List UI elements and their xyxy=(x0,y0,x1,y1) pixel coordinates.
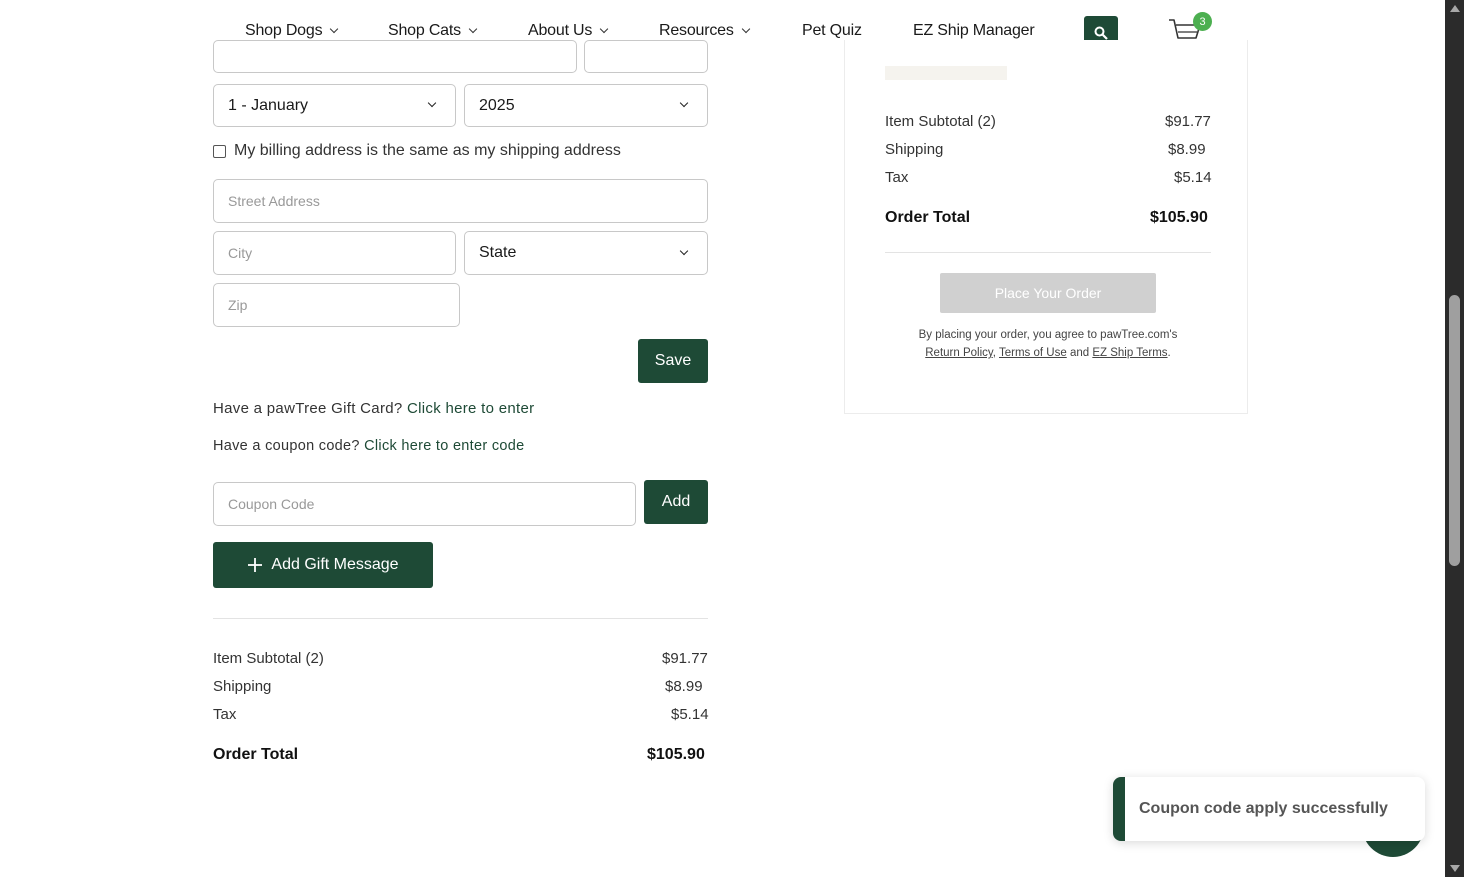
legal-comma: , xyxy=(992,347,996,359)
nav-about-us[interactable]: About Us xyxy=(528,22,609,40)
product-image-placeholder xyxy=(885,66,1007,80)
state-value: State xyxy=(479,244,517,261)
coupon-line: Have a coupon code? Click here to enter … xyxy=(213,438,524,454)
cvv-field[interactable] xyxy=(584,40,708,73)
return-policy-link[interactable]: Return Policy xyxy=(925,347,993,359)
panel-tax-value: $5.14 xyxy=(1174,169,1212,186)
exp-month-value: 1 - January xyxy=(228,96,309,114)
card-number-field[interactable] xyxy=(213,40,577,73)
coupon-link[interactable]: Click here to enter code xyxy=(364,438,524,454)
gift-card-link[interactable]: Click here to enter xyxy=(407,400,534,417)
search-icon xyxy=(1094,26,1108,40)
terms-of-use-link[interactable]: Terms of Use xyxy=(999,347,1067,359)
chevron-down-icon xyxy=(427,98,437,108)
billing-same-checkbox[interactable] xyxy=(213,144,226,158)
nav-shop-cats[interactable]: Shop Cats xyxy=(388,22,478,40)
chevron-down-icon xyxy=(468,24,478,34)
tax-value: $5.14 xyxy=(671,706,709,723)
scroll-up-arrow-icon[interactable] xyxy=(1450,5,1460,12)
panel-shipping-value: $8.99 xyxy=(1168,141,1206,158)
panel-tax-label: Tax xyxy=(885,169,909,186)
nav-ez-ship-manager-label: EZ Ship Manager xyxy=(913,22,1035,39)
city-placeholder: City xyxy=(228,245,253,261)
legal-period: . xyxy=(1167,347,1171,359)
page-scrollbar[interactable] xyxy=(1445,0,1464,877)
city-input[interactable]: City xyxy=(213,231,456,275)
add-gift-message-button[interactable]: Add Gift Message xyxy=(213,542,433,588)
zip-input[interactable]: Zip xyxy=(213,283,460,327)
toast-message: Coupon code apply successfully xyxy=(1139,800,1388,817)
shipping-value: $8.99 xyxy=(665,678,703,695)
subtotal-label: Item Subtotal (2) xyxy=(213,650,324,667)
order-total-value: $105.90 xyxy=(647,746,705,763)
panel-subtotal-value: $91.77 xyxy=(1165,113,1211,130)
nav-pet-quiz[interactable]: Pet Quiz xyxy=(802,22,862,40)
nav-resources-label: Resources xyxy=(659,22,734,39)
legal-and: and xyxy=(1069,347,1090,359)
save-button[interactable]: Save xyxy=(638,339,708,383)
gift-card-prompt: Have a pawTree Gift Card? xyxy=(213,400,403,417)
legal-prefix: By placing your order, you agree to pawT… xyxy=(918,329,1178,341)
ez-ship-terms-link[interactable]: EZ Ship Terms xyxy=(1092,347,1167,359)
order-total-label: Order Total xyxy=(213,746,299,763)
summary-divider xyxy=(213,618,708,619)
chevron-down-icon xyxy=(679,246,689,255)
tax-label: Tax xyxy=(213,706,237,723)
nav-shop-dogs-label: Shop Dogs xyxy=(245,22,323,39)
chevron-down-icon xyxy=(599,24,609,34)
panel-subtotal-label: Item Subtotal (2) xyxy=(885,113,996,130)
place-order-button[interactable]: Place Your Order xyxy=(940,273,1156,313)
exp-year-select[interactable]: 2025 xyxy=(464,84,708,127)
street-address-placeholder: Street Address xyxy=(228,193,320,209)
coupon-code-placeholder: Coupon Code xyxy=(228,496,315,512)
exp-month-select[interactable]: 1 - January xyxy=(213,84,456,127)
legal-links: Return Policy, Terms of Use and EZ Ship … xyxy=(885,344,1211,362)
toast-notification: Coupon code apply successfully xyxy=(1113,777,1425,841)
nav-ez-ship-manager[interactable]: EZ Ship Manager xyxy=(913,22,1035,40)
panel-order-total-value: $105.90 xyxy=(1150,209,1208,226)
billing-same-label: My billing address is the same as my shi… xyxy=(234,142,621,159)
shipping-label: Shipping xyxy=(213,678,272,695)
street-address-input[interactable]: Street Address xyxy=(213,179,708,223)
nav-shop-dogs[interactable]: Shop Dogs xyxy=(245,22,339,40)
state-select[interactable]: State xyxy=(464,231,708,275)
chevron-down-icon xyxy=(741,24,750,34)
scroll-down-arrow-icon[interactable] xyxy=(1450,865,1460,872)
nav-shop-cats-label: Shop Cats xyxy=(388,22,461,39)
chevron-down-icon xyxy=(330,24,339,34)
nav-about-us-label: About Us xyxy=(528,22,593,39)
nav-pet-quiz-label: Pet Quiz xyxy=(802,22,862,39)
zip-placeholder: Zip xyxy=(228,297,248,313)
exp-year-value: 2025 xyxy=(479,96,515,114)
panel-divider xyxy=(885,252,1211,253)
scrollbar-thumb[interactable] xyxy=(1449,295,1460,566)
coupon-code-input[interactable]: Coupon Code xyxy=(213,482,636,526)
coupon-prompt: Have a coupon code? xyxy=(213,438,360,454)
panel-shipping-label: Shipping xyxy=(885,141,944,158)
add-gift-message-label: Add Gift Message xyxy=(271,556,399,573)
cart-count-badge: 3 xyxy=(1193,12,1212,31)
billing-same-row[interactable]: My billing address is the same as my shi… xyxy=(213,142,621,160)
panel-order-total-label: Order Total xyxy=(885,209,971,226)
plus-icon xyxy=(248,558,263,572)
nav-resources[interactable]: Resources xyxy=(659,22,750,40)
legal-text: By placing your order, you agree to pawT… xyxy=(885,326,1211,362)
gift-card-line: Have a pawTree Gift Card? Click here to … xyxy=(213,400,534,417)
subtotal-value: $91.77 xyxy=(662,650,708,667)
chevron-down-icon xyxy=(679,98,689,108)
add-coupon-button[interactable]: Add xyxy=(644,480,708,524)
